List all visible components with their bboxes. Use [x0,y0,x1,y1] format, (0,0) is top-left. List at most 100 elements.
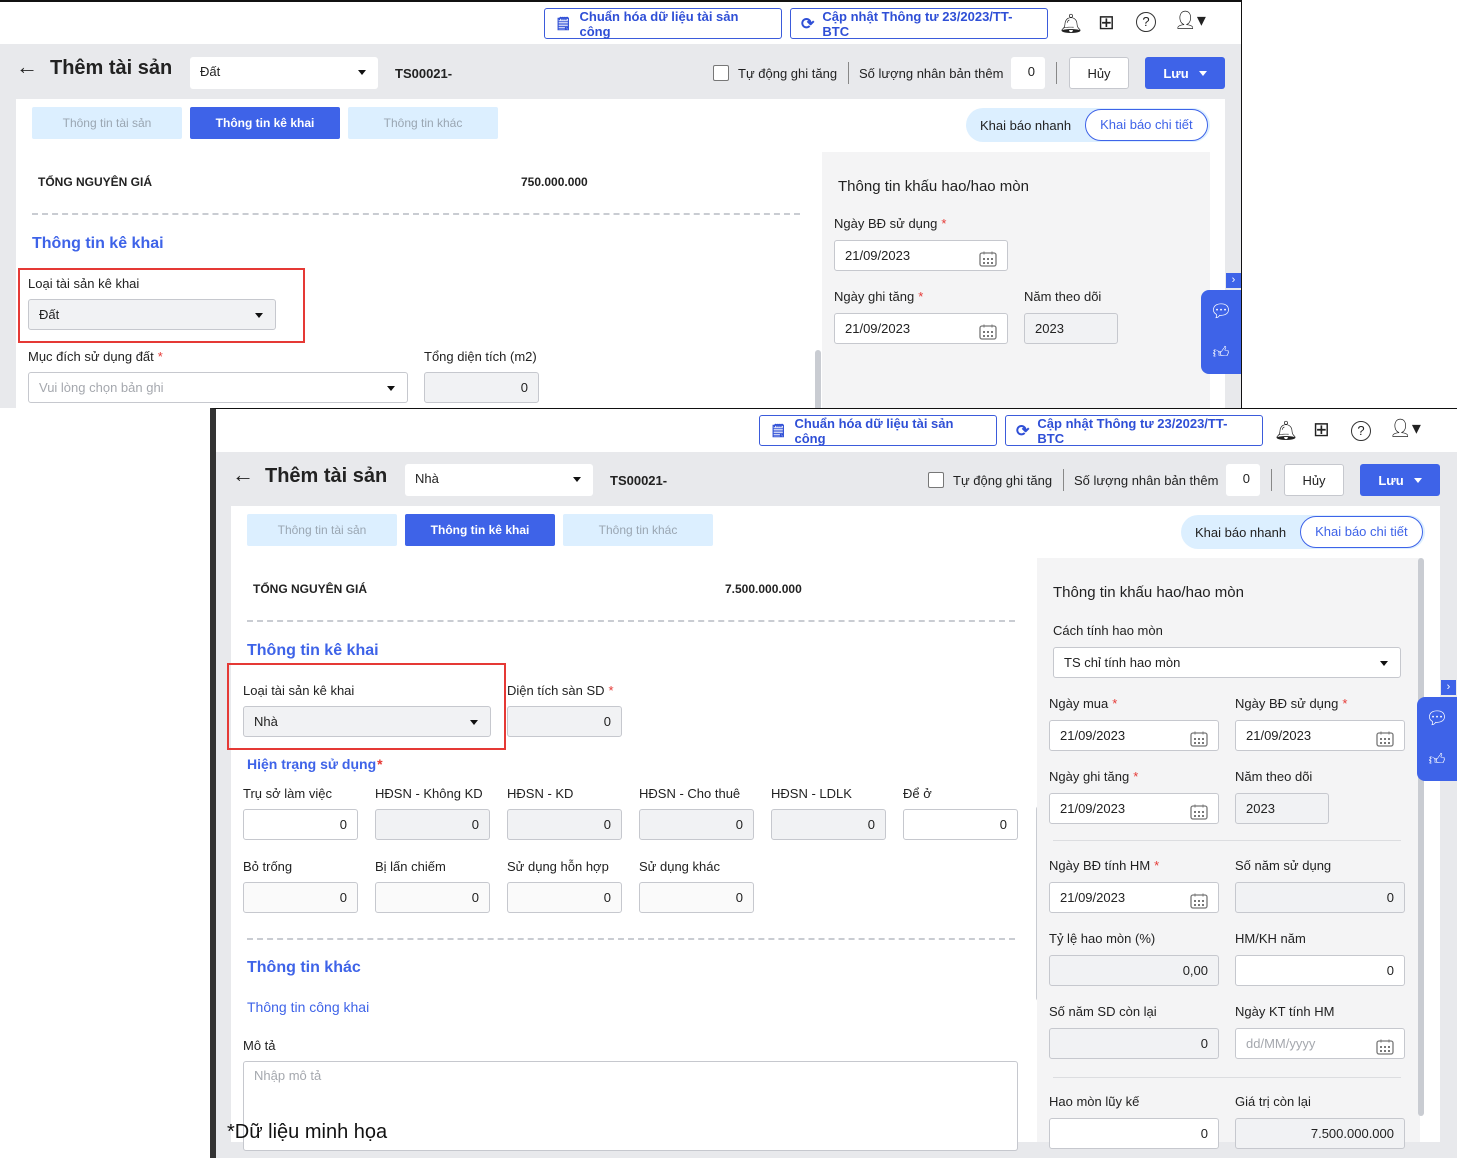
back-arrow-icon[interactable]: ← [232,462,254,488]
auto-increase-checkbox[interactable] [713,65,729,81]
help-icon[interactable]: ? [1351,421,1371,441]
help-icon[interactable]: ? [1136,12,1156,32]
page-header: ← Thêm tài sản Đất TS00021- Tự động ghi … [0,44,1241,99]
collapse-arrow-icon[interactable]: › [1226,273,1241,288]
public-info-title: Thông tin công khai [247,999,370,1015]
residential-input[interactable]: 0 [903,809,1018,840]
back-arrow-icon[interactable]: ← [16,54,38,80]
total-cost-label: TỔNG NGUYÊN GIÁ [38,175,153,189]
start-use-date-input[interactable]: 21/09/2023 [834,240,1008,271]
declared-type-select[interactable]: Đất [28,299,276,330]
collapse-arrow-icon[interactable]: › [1441,680,1456,695]
window-land: 🗒 Chuẩn hóa dữ liệu tài sản công ⟳ Cập nhậ… [0,0,1242,408]
calendar-icon[interactable] [1190,801,1208,820]
calendar-icon[interactable] [979,248,997,267]
feedback-icon[interactable]: 👍︎ [1429,751,1446,770]
floor-area-input[interactable]: 0 [507,706,622,737]
update-circular-button[interactable]: ⟳ Cập nhật Thông tư 23/2023/TT-BTC [1005,415,1263,446]
joint-venture-input: 0 [771,809,886,840]
asset-code: TS00021- [395,66,453,81]
calendar-icon[interactable] [979,321,997,340]
auto-increase-checkbox[interactable] [928,472,944,488]
start-use-date-input[interactable]: 21/09/2023 [1235,720,1405,751]
page-title: Thêm tài sản [50,57,173,79]
mixed-use-input[interactable]: 0 [507,882,622,913]
office-input[interactable]: 0 [243,809,358,840]
copies-input[interactable]: 0 [1011,57,1045,89]
save-button[interactable]: Lưu [1360,464,1440,496]
increase-date-input[interactable]: 21/09/2023 [1049,793,1219,824]
calendar-icon[interactable] [1190,890,1208,909]
business-input: 0 [507,809,622,840]
cancel-button[interactable]: Hủy [1069,57,1129,89]
scrollbar[interactable] [1418,558,1424,1116]
residual-value-input: 7.500.000.000 [1235,1118,1405,1149]
total-area-input[interactable]: 0 [424,372,539,403]
depreciation-end-date-input[interactable]: dd/MM/yyyy [1235,1028,1405,1059]
apps-grid-icon[interactable]: ⊞ [1313,417,1330,442]
depreciation-start-date-input[interactable]: 21/09/2023 [1049,882,1219,913]
footnote: *Dữ liệu minh họa [227,1121,388,1143]
tab-declaration-info[interactable]: Thông tin kê khai [405,514,555,546]
tab-declaration-info[interactable]: Thông tin kê khai [190,107,340,139]
vacant-input[interactable]: 0 [243,882,358,913]
copies-input[interactable]: 0 [1226,464,1260,496]
scrollbar[interactable] [815,350,821,408]
standardize-data-button[interactable]: 🗒 Chuẩn hóa dữ liệu tài sản công [759,415,997,446]
refresh-icon: ⟳ [801,15,815,33]
depreciation-method-select[interactable]: TS chỉ tính hao mòn [1053,647,1401,678]
tracking-year-input: 2023 [1235,793,1329,824]
declare-mode-toggle[interactable]: Khai báo nhanh Khai báo chi tiết [966,108,1210,142]
declared-type-select[interactable]: Nhà [243,706,491,737]
page-title: Thêm tài sản [265,465,388,487]
feedback-icon[interactable]: 👍︎ [1213,344,1230,363]
tab-other-info[interactable]: Thông tin khác [348,107,498,139]
non-business-input: 0 [375,809,490,840]
land-purpose-select[interactable]: Vui lòng chọn bản ghi [28,372,408,403]
bell-icon[interactable]: 🔔︎ [1059,12,1083,36]
quick-declare-option[interactable]: Khai báo nhanh [966,118,1085,133]
calendar-icon[interactable] [1376,1036,1394,1055]
accumulated-depreciation-input[interactable]: 0 [1049,1118,1219,1149]
tab-asset-info[interactable]: Thông tin tài sản [247,514,397,546]
quick-declare-option[interactable]: Khai báo nhanh [1181,525,1300,540]
asset-type-select[interactable]: Đất [190,57,378,89]
standardize-data-button[interactable]: 🗒 Chuẩn hóa dữ liệu tài sản công [544,8,782,39]
document-star-icon: 🗒 [555,15,572,31]
cancel-button[interactable]: Hủy [1284,464,1344,496]
depreciation-panel: Thông tin khấu hao/hao mòn Ngày BĐ sử dụ… [822,152,1210,408]
other-info-section-title: Thông tin khác [247,959,361,976]
asset-type-select[interactable]: Nhà [405,464,593,496]
other-use-input[interactable]: 0 [639,882,754,913]
detail-declare-option[interactable]: Khai báo chi tiết [1300,516,1423,548]
annual-depreciation-input[interactable]: 0 [1235,955,1405,986]
purchase-date-input[interactable]: 21/09/2023 [1049,720,1219,751]
support-widget[interactable]: 💬︎ 👍︎ [1417,697,1457,781]
declaration-section-title: Thông tin kê khai [247,642,379,659]
tab-other-info[interactable]: Thông tin khác [563,514,713,546]
tab-asset-info[interactable]: Thông tin tài sản [32,107,182,139]
update-circular-button[interactable]: ⟳ Cập nhật Thông tư 23/2023/TT-BTC [790,8,1048,39]
chat-icon[interactable]: 💬︎ [1426,708,1449,729]
chat-icon[interactable]: 💬︎ [1210,301,1233,322]
declare-mode-toggle[interactable]: Khai báo nhanh Khai báo chi tiết [1181,515,1425,549]
depreciation-rate-input: 0,00 [1049,955,1219,986]
declaration-section-title: Thông tin kê khai [32,235,164,252]
encroached-input[interactable]: 0 [375,882,490,913]
increase-date-input[interactable]: 21/09/2023 [834,313,1008,344]
window-house: 🗒 Chuẩn hóa dữ liệu tài sản công ⟳ Cập nhậ… [210,408,1457,1158]
remaining-years-input: 0 [1049,1028,1219,1059]
tracking-year-input: 2023 [1024,313,1118,344]
detail-declare-option[interactable]: Khai báo chi tiết [1085,109,1208,141]
save-button[interactable]: Lưu [1145,57,1225,89]
apps-grid-icon[interactable]: ⊞ [1098,10,1115,35]
useful-years-input: 0 [1235,882,1405,913]
user-icon[interactable]: 👤︎▾ [1389,418,1421,439]
user-icon[interactable]: 👤︎▾ [1174,10,1206,31]
depreciation-panel: Thông tin khấu hao/hao mòn Cách tính hao… [1037,558,1420,1149]
support-widget[interactable]: 💬︎ 👍︎ [1201,290,1241,374]
refresh-icon: ⟳ [1016,422,1030,440]
calendar-icon[interactable] [1190,728,1208,747]
bell-icon[interactable]: 🔔︎ [1274,419,1298,443]
calendar-icon[interactable] [1376,728,1394,747]
